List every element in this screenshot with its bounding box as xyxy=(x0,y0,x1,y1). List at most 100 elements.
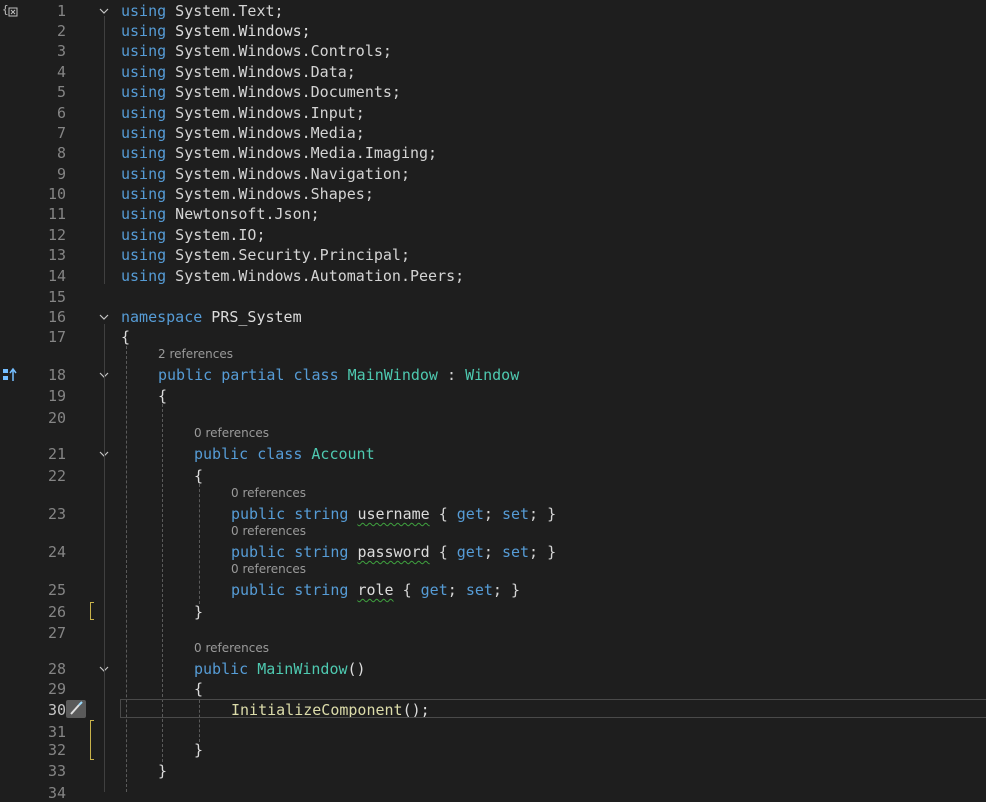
keyword-token: using xyxy=(121,205,167,223)
keyword-token: using xyxy=(121,104,167,122)
line-number: 19 xyxy=(47,387,66,405)
codelens-references[interactable]: 0 references xyxy=(231,524,306,538)
code-line[interactable]: { xyxy=(121,328,130,346)
codelens-references[interactable]: 0 references xyxy=(231,562,306,576)
line-number: 17 xyxy=(47,328,66,346)
keyword-token: get xyxy=(420,581,448,599)
code-line[interactable]: public string password { get; set; } xyxy=(231,543,556,561)
code-line[interactable]: using System.Windows.Media.Imaging; xyxy=(121,144,437,162)
code-token: { xyxy=(194,680,204,698)
keyword-token: using xyxy=(121,226,167,244)
keyword-token: public xyxy=(231,505,286,523)
code-line[interactable]: public class Account xyxy=(194,445,375,463)
code-line[interactable]: using System.Windows.Shapes; xyxy=(121,185,374,203)
code-line[interactable]: using System.Windows.Documents; xyxy=(121,83,401,101)
code-token: ; } xyxy=(529,505,557,523)
code-line[interactable]: { xyxy=(194,467,203,485)
code-line[interactable]: } xyxy=(158,762,167,780)
code-line[interactable]: public string role { get; set; } xyxy=(231,581,520,599)
code-token: } xyxy=(158,762,168,780)
line-number: 2 xyxy=(56,22,66,40)
code-token: System.Windows; xyxy=(166,22,311,40)
keyword-token: using xyxy=(121,63,167,81)
code-token: System.Windows.Media; xyxy=(166,124,365,142)
code-line[interactable]: using System.Windows.Input; xyxy=(121,104,365,122)
code-token: { xyxy=(429,505,457,523)
keyword-token: public xyxy=(231,581,286,599)
code-token: System.Windows.Media.Imaging; xyxy=(166,144,438,162)
code-line[interactable]: using System.Windows.Navigation; xyxy=(121,165,410,183)
line-number: 11 xyxy=(47,205,66,223)
code-line[interactable]: public partial class MainWindow : Window xyxy=(158,366,519,384)
keyword-token: using xyxy=(121,22,167,40)
keyword-token: get xyxy=(456,505,484,523)
code-line[interactable]: using System.Windows.Data; xyxy=(121,63,356,81)
code-token: ; xyxy=(483,543,502,561)
code-line[interactable]: using System.Text; xyxy=(121,2,284,20)
code-line[interactable]: { xyxy=(194,680,203,698)
code-line[interactable]: using System.Windows.Media; xyxy=(121,124,365,142)
code-line[interactable]: using System.Windows.Automation.Peers; xyxy=(121,267,464,285)
code-line[interactable]: using System.Security.Principal; xyxy=(121,246,410,264)
line-number: 10 xyxy=(47,185,66,203)
code-token: : xyxy=(437,366,466,384)
code-token: role xyxy=(357,581,394,599)
fold-region-line xyxy=(104,324,105,792)
line-number: 9 xyxy=(56,165,66,183)
code-token: System.Windows.Documents; xyxy=(166,83,401,101)
keyword-token: set xyxy=(501,505,530,523)
current-line-highlight xyxy=(120,699,986,718)
code-token: } xyxy=(194,603,204,621)
line-number: 3 xyxy=(56,42,66,60)
keyword-token: using xyxy=(121,42,167,60)
code-line[interactable]: namespace PRS_System xyxy=(121,308,302,326)
code-line[interactable]: { xyxy=(158,387,167,405)
code-line[interactable]: using Newtonsoft.Json; xyxy=(121,205,320,223)
code-token: { xyxy=(194,467,204,485)
code-line[interactable]: public string username { get; set; } xyxy=(231,505,556,523)
keyword-token: using xyxy=(121,165,167,183)
codelens-references[interactable]: 0 references xyxy=(194,426,269,440)
line-number: 23 xyxy=(47,505,66,523)
code-line[interactable]: } xyxy=(194,603,203,621)
code-token: ; } xyxy=(529,543,557,561)
line-number: 20 xyxy=(47,409,66,427)
line-number: 12 xyxy=(47,226,66,244)
code-line[interactable]: } xyxy=(194,741,203,759)
keyword-token: set xyxy=(465,581,493,599)
keyword-token: public xyxy=(194,660,249,678)
keyword-token: class xyxy=(257,445,303,463)
keyword-token: string xyxy=(294,543,349,561)
codelens-references[interactable]: 0 references xyxy=(194,641,269,655)
code-token: username xyxy=(357,505,430,523)
codelens-references[interactable]: 0 references xyxy=(231,486,306,500)
code-token: } xyxy=(194,741,204,759)
keyword-token: using xyxy=(121,267,167,285)
codelens-references[interactable]: 2 references xyxy=(158,347,233,361)
class-hierarchy-icon[interactable] xyxy=(2,367,18,383)
code-line[interactable]: using System.Windows.Controls; xyxy=(121,42,392,60)
code-token: password xyxy=(357,543,430,561)
line-number: 24 xyxy=(47,543,66,561)
namespace-brackets-icon[interactable]: { xyxy=(2,2,18,18)
code-token: ; xyxy=(483,505,502,523)
line-number: 32 xyxy=(47,741,66,759)
line-number: 16 xyxy=(47,308,66,326)
keyword-token: class xyxy=(293,366,339,384)
chevron-down-icon[interactable] xyxy=(98,311,110,323)
code-line[interactable]: public MainWindow() xyxy=(194,660,366,678)
keyword-token: string xyxy=(294,505,349,523)
code-line[interactable]: using System.Windows; xyxy=(121,22,311,40)
line-number: 15 xyxy=(47,288,66,306)
line-number: 18 xyxy=(47,366,66,384)
code-line[interactable]: using System.IO; xyxy=(121,226,266,244)
keyword-token: namespace xyxy=(121,308,203,326)
code-token: System.Text; xyxy=(166,2,284,20)
line-number: 14 xyxy=(47,267,66,285)
paintbrush-quick-action-icon[interactable] xyxy=(66,700,86,718)
